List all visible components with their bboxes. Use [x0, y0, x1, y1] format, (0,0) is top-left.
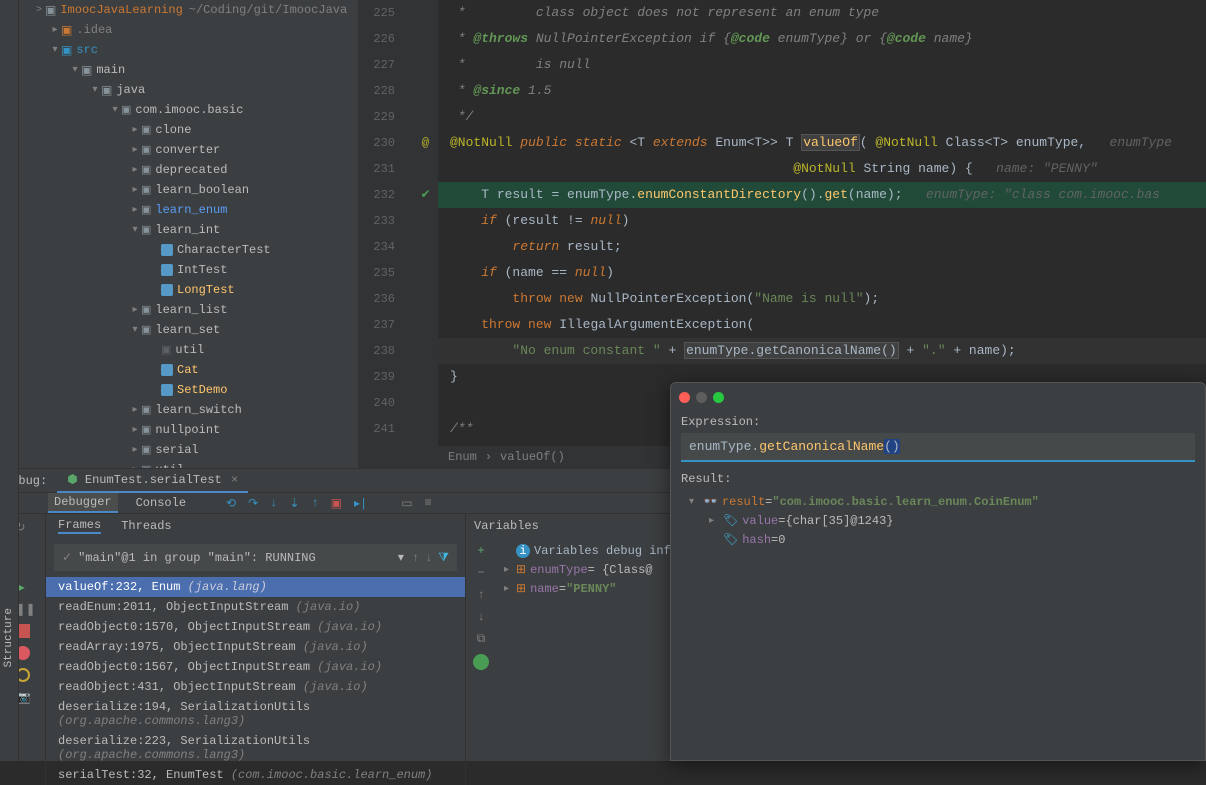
result-row[interactable]: ▸🏷value = {char[35]@1243} [681, 511, 1195, 530]
debug-config-tab[interactable]: ⬢ EnumTest.serialTest × [57, 468, 248, 493]
tree-item[interactable]: ▸▣learn_list [19, 300, 358, 320]
vars-toolbar: + − ↑ ↓ ⧉ [466, 538, 496, 785]
down-icon[interactable]: ↓ [477, 610, 484, 624]
close-icon[interactable]: × [231, 473, 238, 487]
tree-item[interactable]: SetDemo [19, 380, 358, 400]
stack-frame[interactable]: readObject:431, ObjectInputStream (java.… [46, 677, 465, 697]
console-tab[interactable]: Console [130, 494, 192, 512]
thread-selector[interactable]: ✓ "main"@1 in group "main": RUNNING ▾ ↑ … [54, 544, 457, 571]
project-tree[interactable]: > ▣ ImoocJavaLearning ~/Coding/git/Imooc… [19, 0, 358, 468]
prev-frame-icon[interactable]: ↑ [412, 551, 419, 565]
expression-input[interactable]: enumType.getCanonicalName() [681, 433, 1195, 462]
filter-icon[interactable]: ⧩ [438, 551, 449, 565]
tree-root[interactable]: > ▣ ImoocJavaLearning ~/Coding/git/Imooc… [19, 0, 358, 20]
tree-item[interactable]: ▸▣learn_switch [19, 400, 358, 420]
remove-watch-icon[interactable]: − [477, 566, 484, 580]
maximize-window-icon[interactable] [713, 392, 724, 403]
window-controls[interactable] [679, 392, 724, 403]
breadcrumb-item[interactable]: valueOf() [500, 450, 565, 464]
minimize-window-icon[interactable] [696, 392, 707, 403]
stack-frame[interactable]: readObject0:1570, ObjectInputStream (jav… [46, 617, 465, 637]
next-frame-icon[interactable]: ↓ [425, 551, 432, 565]
add-watch-icon[interactable]: + [477, 544, 484, 558]
vars-info-label: Variables debug info [534, 544, 678, 558]
tree-item[interactable]: ▸▣clone [19, 120, 358, 140]
drop-frame-icon[interactable]: ▣ [331, 496, 342, 511]
stack-frame[interactable]: readArray:1975, ObjectInputStream (java.… [46, 637, 465, 657]
tree-path: ~/Coding/git/ImoocJava [189, 3, 347, 17]
debug-config-label: EnumTest.serialTest [85, 473, 222, 487]
thread-label: "main"@1 in group "main": RUNNING [78, 551, 316, 565]
tree-item[interactable]: ▾▣main [19, 60, 358, 80]
tree-item[interactable]: ▾▣com.imooc.basic [19, 100, 358, 120]
result-row[interactable]: 🏷hash = 0 [681, 530, 1195, 549]
tree-item[interactable]: ▾▣learn_int [19, 220, 358, 240]
dropdown-icon[interactable]: ▾ [398, 550, 404, 565]
more-icon[interactable]: ≡ [425, 496, 432, 510]
threads-tab[interactable]: Threads [121, 519, 171, 533]
stack-frame[interactable]: deserialize:223, SerializationUtils (org… [46, 731, 465, 765]
tree-item[interactable]: IntTest [19, 260, 358, 280]
tree-item[interactable]: ▸▣deprecated [19, 160, 358, 180]
evaluate-expression-popup[interactable]: Expression: enumType.getCanonicalName() … [670, 382, 1206, 761]
stack-frame[interactable]: serialTest:32, EnumTest (com.imooc.basic… [46, 765, 465, 785]
tree-item[interactable]: LongTest [19, 280, 358, 300]
copy-icon[interactable]: ⧉ [477, 632, 486, 646]
left-tool-gutter [0, 0, 19, 468]
tree-item[interactable]: ▸▣learn_boolean [19, 180, 358, 200]
close-window-icon[interactable] [679, 392, 690, 403]
tree-item[interactable]: ▣util [19, 340, 358, 360]
tree-item[interactable]: ▸▣learn_enum [19, 200, 358, 220]
tree-item[interactable]: Cat [19, 360, 358, 380]
frames-panel: Frames Threads ✓ "main"@1 in group "main… [46, 514, 466, 785]
result-tree[interactable]: ▾👓result = "com.imooc.basic.learn_enum.C… [681, 492, 1195, 549]
up-icon[interactable]: ↑ [477, 588, 484, 602]
step-icon[interactable]: ⟲ [226, 496, 236, 511]
gutter-icon[interactable] [2, 2, 17, 17]
folder-icon: ▣ [45, 3, 56, 18]
stack-frame[interactable]: deserialize:194, SerializationUtils (org… [46, 697, 465, 731]
info-icon: i [516, 544, 530, 558]
left-bottom-gutter: Structure [0, 468, 19, 761]
frames-list[interactable]: valueOf:232, Enum (java.lang)readEnum:20… [46, 577, 465, 785]
marker-gutter: @ ✔ [413, 0, 438, 468]
result-label: Result: [681, 472, 1195, 486]
stack-frame[interactable]: readObject0:1567, ObjectInputStream (jav… [46, 657, 465, 677]
chevron-right-icon: › [485, 450, 492, 464]
tree-item[interactable]: ▾▣src [19, 40, 358, 60]
step-into-icon[interactable]: ↓ [270, 496, 277, 510]
run-cursor-icon[interactable]: ▸| [354, 496, 367, 511]
tree-label: ImoocJavaLearning [60, 3, 182, 17]
tree-item[interactable]: ▸▣util [19, 460, 358, 468]
tree-item[interactable]: ▾▣learn_set [19, 320, 358, 340]
frames-tab[interactable]: Frames [58, 518, 101, 534]
step-over-icon[interactable]: ↷ [248, 496, 258, 511]
tree-item[interactable]: ▸▣nullpoint [19, 420, 358, 440]
breadcrumb-item[interactable]: Enum [448, 450, 477, 464]
stack-frame[interactable]: readEnum:2011, ObjectInputStream (java.i… [46, 597, 465, 617]
tree-item[interactable]: ▸▣serial [19, 440, 358, 460]
result-row[interactable]: ▾👓result = "com.imooc.basic.learn_enum.C… [681, 492, 1195, 511]
eval-icon[interactable]: ▭ [401, 496, 412, 511]
line-gutter: 2252262272282292302312322332342352362372… [358, 0, 413, 468]
structure-tool-button[interactable]: Structure [3, 608, 15, 667]
debugger-tab[interactable]: Debugger [48, 493, 118, 513]
glasses-icon[interactable] [473, 654, 489, 670]
tree-item[interactable]: ▾▣java [19, 80, 358, 100]
tree-item[interactable]: ▸▣.idea [19, 20, 358, 40]
tree-item[interactable]: ▸▣converter [19, 140, 358, 160]
force-step-icon[interactable]: ⇣ [289, 496, 299, 511]
expression-label: Expression: [681, 415, 1195, 429]
stack-frame[interactable]: valueOf:232, Enum (java.lang) [46, 577, 465, 597]
tree-item[interactable]: CharacterTest [19, 240, 358, 260]
step-out-icon[interactable]: ↑ [311, 496, 318, 510]
